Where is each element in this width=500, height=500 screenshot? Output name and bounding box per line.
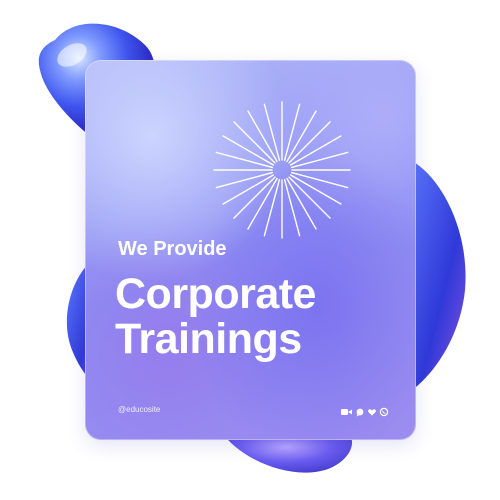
headline-line-2: Trainings [115, 315, 302, 363]
heart-icon[interactable] [368, 409, 376, 416]
subtitle: We Provide [118, 238, 227, 260]
phone-icon[interactable] [379, 407, 389, 417]
starburst-ray [233, 176, 276, 219]
starburst-ray [233, 121, 276, 164]
social-handle: @educosite [118, 405, 161, 414]
social-icons [341, 407, 389, 417]
headline-line-1: Corporate [115, 270, 316, 318]
headline: Corporate Trainings [115, 272, 316, 362]
starburst-ray [288, 176, 331, 219]
chat-icon[interactable] [356, 408, 364, 417]
starburst-ray [288, 121, 331, 164]
promo-card: We Provide Corporate Trainings @educosit… [85, 60, 416, 440]
video-icon[interactable] [341, 409, 352, 415]
stage: We Provide Corporate Trainings @educosit… [0, 0, 500, 500]
